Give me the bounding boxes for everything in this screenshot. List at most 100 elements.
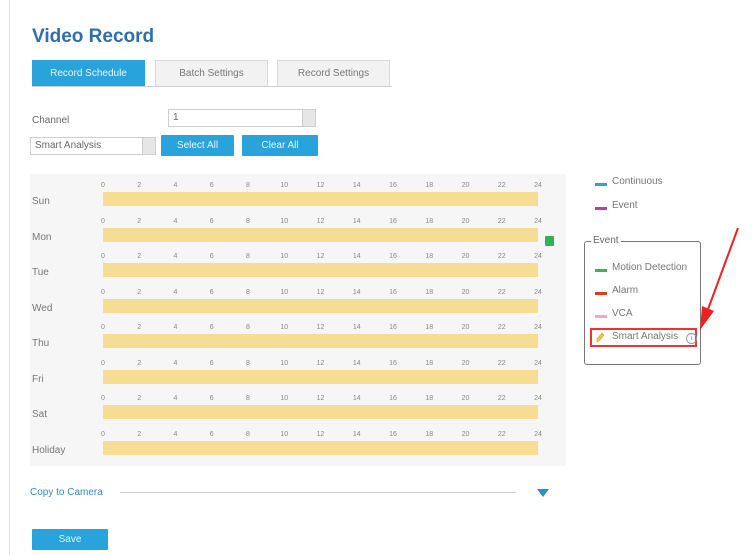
hour-tick-label: 6 xyxy=(209,395,214,402)
hour-tick-label: 24 xyxy=(534,359,542,367)
day-label: Tue xyxy=(32,267,49,278)
hour-tick-label: 6 xyxy=(209,324,214,331)
hour-tick-label: 2 xyxy=(137,182,142,189)
hour-tick-label: 22 xyxy=(497,359,506,367)
hour-tick-label: 4 xyxy=(173,182,178,189)
hour-tick-label: 20 xyxy=(461,359,470,367)
hour-tick-label: 0 xyxy=(101,288,105,296)
schedule-bar[interactable] xyxy=(103,192,538,206)
schedule-bar[interactable] xyxy=(103,263,538,277)
hour-tick-label: 20 xyxy=(461,253,470,260)
hour-tick-label: 18 xyxy=(425,324,434,331)
hour-tick-label: 18 xyxy=(425,430,434,438)
hour-ruler: 0 2 4 6 8 10 12 14 16 18 20 22 24 xyxy=(100,359,542,370)
hour-tick-label: 18 xyxy=(425,395,434,402)
hour-tick-label: 16 xyxy=(389,182,397,189)
record-type-select[interactable]: Smart Analysis xyxy=(30,137,156,155)
hour-tick-label: 10 xyxy=(280,324,289,331)
page-title: Video Record xyxy=(32,26,155,47)
hour-tick-label: 8 xyxy=(246,182,250,189)
hour-tick-label: 4 xyxy=(173,359,178,367)
hour-tick-label: 0 xyxy=(101,182,105,189)
hour-tick-label: 22 xyxy=(497,324,506,331)
hour-ruler: 0 2 4 6 8 10 12 14 16 18 20 22 24 xyxy=(100,395,542,405)
schedule-bar[interactable] xyxy=(103,440,538,455)
schedule-row: Holiday 0 2 4 6 8 10 12 14 16 18 20 22 24 xyxy=(30,431,566,465)
hour-tick-label: 16 xyxy=(389,395,397,402)
tab-record-settings[interactable]: Record Settings xyxy=(277,60,390,86)
hour-tick-label: 16 xyxy=(389,359,397,367)
motion-swatch xyxy=(595,269,607,272)
copy-icon[interactable] xyxy=(545,236,554,246)
legend-event: Event xyxy=(612,200,638,211)
hour-tick-label: 2 xyxy=(137,324,142,331)
hour-tick-label: 14 xyxy=(352,359,361,367)
schedule-bar[interactable] xyxy=(103,369,538,384)
channel-select[interactable]: 1 xyxy=(168,109,316,127)
pencil-icon[interactable] xyxy=(596,332,605,343)
hour-tick-label: 8 xyxy=(246,253,250,260)
record-type-value: Smart Analysis xyxy=(35,140,102,151)
hour-tick-label: 12 xyxy=(316,288,325,296)
hour-tick-label: 10 xyxy=(280,395,289,402)
hour-tick-label: 6 xyxy=(209,217,214,225)
hour-tick-label: 12 xyxy=(316,324,325,331)
schedule-row: Mon 0 2 4 6 8 10 12 14 16 18 20 22 24 xyxy=(30,218,566,252)
hour-ruler: 0 2 4 6 8 10 12 14 16 18 20 22 24 xyxy=(100,182,542,192)
hour-tick-label: 2 xyxy=(137,395,142,402)
schedule-bar[interactable] xyxy=(103,298,538,313)
tab-record-schedule[interactable]: Record Schedule xyxy=(32,60,145,86)
hour-tick-label: 16 xyxy=(389,253,397,260)
hour-tick-label: 24 xyxy=(534,395,542,402)
schedule-bar[interactable] xyxy=(103,227,538,242)
hour-tick-label: 14 xyxy=(352,430,361,438)
copy-to-camera-label[interactable]: Copy to Camera xyxy=(30,487,103,498)
hour-tick-label: 0 xyxy=(101,217,105,225)
schedule-row: Fri 0 2 4 6 8 10 12 14 16 18 20 22 24 xyxy=(30,360,566,394)
hour-tick-label: 20 xyxy=(461,324,470,331)
save-button[interactable]: Save xyxy=(32,529,108,550)
info-icon[interactable]: i xyxy=(686,333,697,344)
clear-all-button[interactable]: Clear All xyxy=(242,135,318,156)
legend-smart-analysis: Smart Analysis xyxy=(612,331,679,342)
hour-tick-label: 2 xyxy=(137,253,142,260)
hour-tick-label: 8 xyxy=(246,395,250,402)
hour-tick-label: 22 xyxy=(497,182,506,189)
hour-tick-label: 20 xyxy=(461,430,470,438)
schedule-grid: Sun 0 2 4 6 8 10 12 14 16 18 20 22 24 Mon 0 2 4 6 8 10 12 14 16… xyxy=(30,174,566,466)
hour-tick-label: 8 xyxy=(246,217,250,225)
left-divider xyxy=(9,0,10,555)
hour-tick-label: 2 xyxy=(137,217,142,225)
expand-triangle-icon[interactable] xyxy=(537,489,549,497)
day-label: Sat xyxy=(32,409,48,420)
hour-tick-label: 4 xyxy=(173,217,178,225)
hour-tick-label: 4 xyxy=(173,324,178,331)
hour-tick-label: 12 xyxy=(316,395,325,402)
hour-tick-label: 2 xyxy=(137,288,142,296)
chevron-down-icon xyxy=(142,138,155,154)
hour-tick-label: 8 xyxy=(246,430,250,438)
hour-tick-label: 4 xyxy=(173,253,178,260)
hour-tick-label: 12 xyxy=(316,253,325,260)
hour-ruler: 0 2 4 6 8 10 12 14 16 18 20 22 24 xyxy=(100,253,542,263)
schedule-bar[interactable] xyxy=(103,334,538,348)
hour-tick-label: 2 xyxy=(137,359,142,367)
hour-tick-label: 10 xyxy=(280,217,289,225)
hour-tick-label: 16 xyxy=(389,288,397,296)
chevron-down-icon xyxy=(302,110,315,126)
day-label: Mon xyxy=(32,231,52,243)
vca-swatch xyxy=(595,315,607,318)
schedule-bar[interactable] xyxy=(103,405,538,419)
select-all-button[interactable]: Select All xyxy=(161,135,234,156)
day-label: Fri xyxy=(32,373,44,385)
hour-tick-label: 14 xyxy=(352,288,361,296)
hour-ruler: 0 2 4 6 8 10 12 14 16 18 20 22 24 xyxy=(100,430,542,441)
hour-tick-label: 22 xyxy=(497,217,506,225)
event-swatch xyxy=(595,207,607,210)
tab-batch-settings[interactable]: Batch Settings xyxy=(155,60,268,86)
schedule-row: Thu 0 2 4 6 8 10 12 14 16 18 20 22 24 xyxy=(30,324,566,358)
hour-tick-label: 6 xyxy=(209,288,214,296)
hour-tick-label: 20 xyxy=(461,395,470,402)
legend-alarm: Alarm xyxy=(612,285,639,296)
hour-tick-label: 0 xyxy=(101,253,105,260)
